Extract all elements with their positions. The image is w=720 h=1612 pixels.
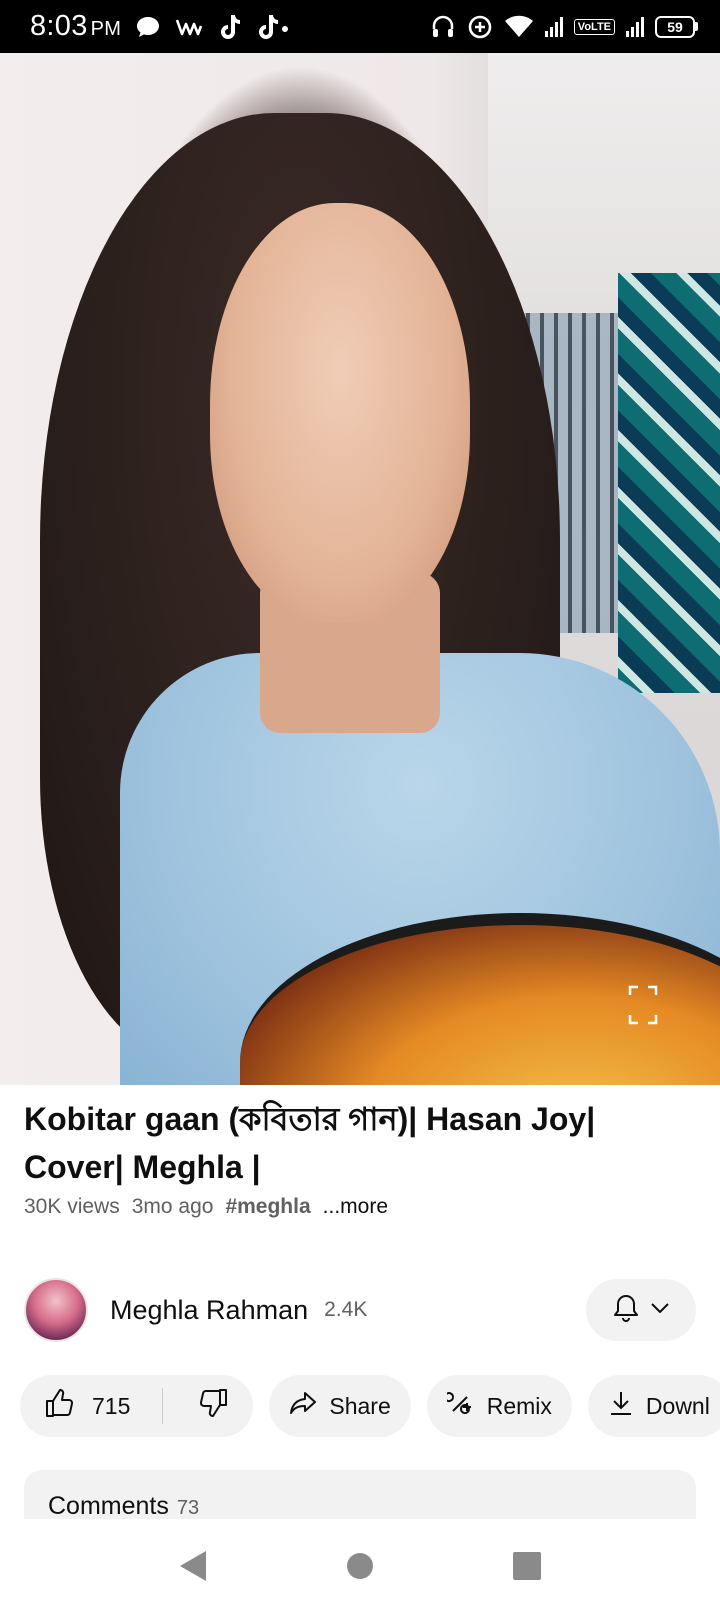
channel-name[interactable]: Meghla Rahman: [110, 1295, 308, 1326]
clock: 8:03 PM: [30, 10, 122, 42]
chevron-down-icon: [650, 1301, 670, 1320]
like-dislike-group: 715: [20, 1375, 254, 1437]
video-info-panel: Kobitar gaan (কবিতার গান)| Hasan Joy| Co…: [0, 1085, 720, 1519]
tiktok-icon-2: [255, 13, 289, 41]
wave-app-icon: [175, 16, 203, 38]
like-divider: [162, 1388, 164, 1424]
battery-level: 59: [655, 15, 695, 38]
comments-label: Comments: [48, 1492, 169, 1519]
back-button[interactable]: [173, 1546, 213, 1586]
video-player[interactable]: [0, 53, 720, 1085]
like-button[interactable]: 715: [20, 1375, 150, 1437]
recents-button[interactable]: [507, 1546, 547, 1586]
download-label: Downl: [645, 1392, 710, 1419]
signal-icon-2: [625, 16, 645, 38]
remix-button[interactable]: Remix: [426, 1375, 572, 1437]
thumbs-down-icon: [197, 1387, 229, 1425]
comments-count: 73: [176, 1497, 200, 1519]
signal-icon: [544, 16, 564, 38]
view-count: 30K views: [24, 1195, 120, 1218]
video-title[interactable]: Kobitar gaan (কবিতার গান)| Hasan Joy| Co…: [24, 1095, 700, 1191]
headphones-icon: [430, 14, 456, 40]
share-label: Share: [329, 1392, 391, 1419]
remix-icon: [443, 1389, 475, 1423]
bell-icon: [612, 1293, 640, 1328]
status-bar: 8:03 PM VoLTE 59: [0, 0, 720, 53]
home-button[interactable]: [340, 1546, 380, 1586]
battery-icon: 59: [655, 15, 698, 38]
fullscreen-icon[interactable]: [628, 985, 658, 1025]
chat-bubble-icon: [135, 15, 161, 39]
comments-card[interactable]: Comments 73: [24, 1470, 696, 1519]
channel-row[interactable]: Meghla Rahman 2.4K: [24, 1278, 696, 1342]
channel-avatar[interactable]: [24, 1278, 88, 1342]
notification-bell-button[interactable]: [586, 1279, 696, 1341]
hashtag-link[interactable]: #meghla: [225, 1195, 310, 1219]
like-count: 715: [92, 1392, 131, 1419]
action-bar: 715 Share Remix Downl: [20, 1375, 720, 1437]
dislike-button[interactable]: [175, 1375, 253, 1437]
share-icon: [289, 1390, 317, 1422]
remix-label: Remix: [486, 1392, 552, 1419]
subscriber-count: 2.4K: [324, 1298, 368, 1321]
download-icon: [608, 1389, 634, 1423]
download-button[interactable]: Downl: [587, 1375, 720, 1437]
wifi-icon: [504, 15, 534, 39]
system-nav-bar: [0, 1519, 720, 1612]
thumbs-up-icon: [44, 1387, 76, 1425]
data-saver-icon: [466, 13, 494, 41]
volte-badge: VoLTE: [573, 18, 615, 35]
share-button[interactable]: Share: [269, 1375, 411, 1437]
more-link[interactable]: ...more: [323, 1195, 388, 1219]
tiktok-icon: [217, 13, 241, 41]
upload-age: 3mo ago: [131, 1195, 214, 1218]
video-meta[interactable]: 30K views 3mo ago #meghla ...more: [24, 1195, 388, 1219]
